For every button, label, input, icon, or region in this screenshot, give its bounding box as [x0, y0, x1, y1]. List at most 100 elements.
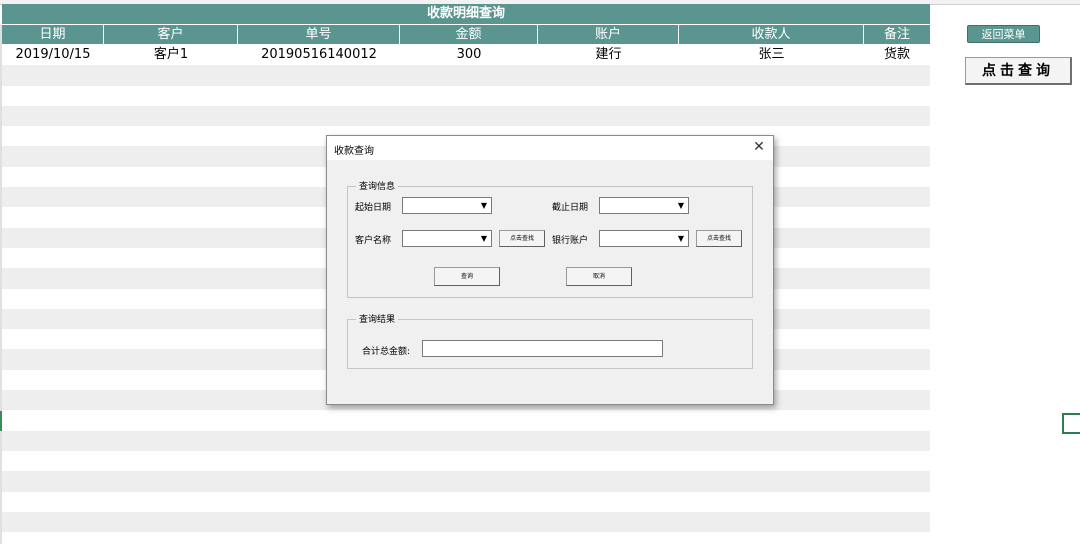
table-cell[interactable] [400, 512, 538, 532]
table-cell[interactable] [864, 451, 930, 471]
customer-combo[interactable]: ▼ [402, 230, 492, 247]
table-cell[interactable] [104, 187, 238, 207]
table-cell[interactable] [2, 106, 104, 126]
table-cell[interactable] [864, 329, 930, 349]
search-button[interactable]: 查询 [434, 267, 500, 286]
table-cell[interactable] [864, 106, 930, 126]
table-cell[interactable] [679, 431, 864, 451]
table-row[interactable] [2, 451, 930, 471]
table-cell[interactable] [538, 492, 679, 512]
table-cell[interactable] [238, 431, 400, 451]
cell-amount[interactable]: 300 [400, 45, 538, 65]
table-cell[interactable] [2, 309, 104, 329]
table-cell[interactable] [538, 86, 679, 106]
table-cell[interactable] [400, 86, 538, 106]
table-cell[interactable] [864, 207, 930, 227]
table-cell[interactable] [104, 146, 238, 166]
table-row[interactable] [2, 511, 930, 533]
table-cell[interactable] [104, 492, 238, 512]
table-cell[interactable] [679, 65, 864, 85]
table-cell[interactable] [104, 349, 238, 369]
table-cell[interactable] [238, 471, 400, 491]
table-cell[interactable] [104, 207, 238, 227]
table-row[interactable]: 2019/10/15 客户1 20190516140012 300 建行 张三 … [2, 45, 930, 65]
cell-order-no[interactable]: 20190516140012 [238, 45, 400, 65]
table-cell[interactable] [400, 451, 538, 471]
table-cell[interactable] [864, 471, 930, 491]
bank-account-combo[interactable]: ▼ [599, 230, 689, 247]
bank-find-button[interactable]: 点击查找 [696, 230, 742, 247]
table-cell[interactable] [864, 309, 930, 329]
table-cell[interactable] [104, 248, 238, 268]
table-cell[interactable] [104, 451, 238, 471]
table-cell[interactable] [2, 268, 104, 288]
selected-cell[interactable] [1062, 413, 1080, 434]
table-cell[interactable] [104, 126, 238, 146]
table-cell[interactable] [864, 167, 930, 187]
table-cell[interactable] [2, 329, 104, 349]
table-cell[interactable] [864, 126, 930, 146]
table-cell[interactable] [104, 370, 238, 390]
table-cell[interactable] [238, 492, 400, 512]
table-cell[interactable] [2, 289, 104, 309]
table-row[interactable] [2, 65, 930, 86]
open-query-button[interactable]: 点击查询 [965, 57, 1072, 85]
table-cell[interactable] [538, 431, 679, 451]
table-cell[interactable] [864, 146, 930, 166]
table-cell[interactable] [2, 471, 104, 491]
table-cell[interactable] [2, 431, 104, 451]
table-cell[interactable] [864, 86, 930, 106]
table-cell[interactable] [864, 349, 930, 369]
end-date-combo[interactable]: ▼ [599, 197, 689, 214]
table-cell[interactable] [104, 329, 238, 349]
table-cell[interactable] [679, 86, 864, 106]
table-cell[interactable] [2, 410, 104, 430]
table-cell[interactable] [2, 370, 104, 390]
table-cell[interactable] [104, 86, 238, 106]
table-cell[interactable] [679, 410, 864, 430]
table-cell[interactable] [2, 512, 104, 532]
table-cell[interactable] [104, 471, 238, 491]
table-cell[interactable] [400, 65, 538, 85]
table-cell[interactable] [538, 65, 679, 85]
table-cell[interactable] [104, 106, 238, 126]
table-cell[interactable] [238, 86, 400, 106]
table-cell[interactable] [538, 410, 679, 430]
table-row[interactable] [2, 105, 930, 127]
table-cell[interactable] [864, 492, 930, 512]
table-cell[interactable] [400, 106, 538, 126]
table-cell[interactable] [400, 410, 538, 430]
table-cell[interactable] [104, 289, 238, 309]
table-cell[interactable] [400, 471, 538, 491]
table-cell[interactable] [679, 512, 864, 532]
table-cell[interactable] [538, 451, 679, 471]
cell-payee[interactable]: 张三 [679, 45, 864, 65]
table-cell[interactable] [2, 228, 104, 248]
table-cell[interactable] [2, 349, 104, 369]
table-cell[interactable] [679, 471, 864, 491]
table-cell[interactable] [2, 126, 104, 146]
table-cell[interactable] [238, 65, 400, 85]
table-cell[interactable] [104, 167, 238, 187]
table-cell[interactable] [538, 106, 679, 126]
table-cell[interactable] [104, 410, 238, 430]
chevron-down-icon[interactable]: ▼ [675, 199, 687, 212]
table-cell[interactable] [104, 390, 238, 410]
table-cell[interactable] [238, 106, 400, 126]
table-cell[interactable] [238, 512, 400, 532]
table-cell[interactable] [2, 167, 104, 187]
cell-account[interactable]: 建行 [538, 45, 679, 65]
table-cell[interactable] [2, 187, 104, 207]
table-cell[interactable] [104, 65, 238, 85]
cancel-button[interactable]: 取消 [566, 267, 632, 286]
table-cell[interactable] [2, 86, 104, 106]
table-cell[interactable] [2, 451, 104, 471]
table-cell[interactable] [864, 410, 930, 430]
table-cell[interactable] [679, 106, 864, 126]
table-cell[interactable] [864, 268, 930, 288]
table-cell[interactable] [538, 512, 679, 532]
table-cell[interactable] [400, 492, 538, 512]
table-cell[interactable] [104, 268, 238, 288]
table-cell[interactable] [2, 390, 104, 410]
table-cell[interactable] [238, 451, 400, 471]
